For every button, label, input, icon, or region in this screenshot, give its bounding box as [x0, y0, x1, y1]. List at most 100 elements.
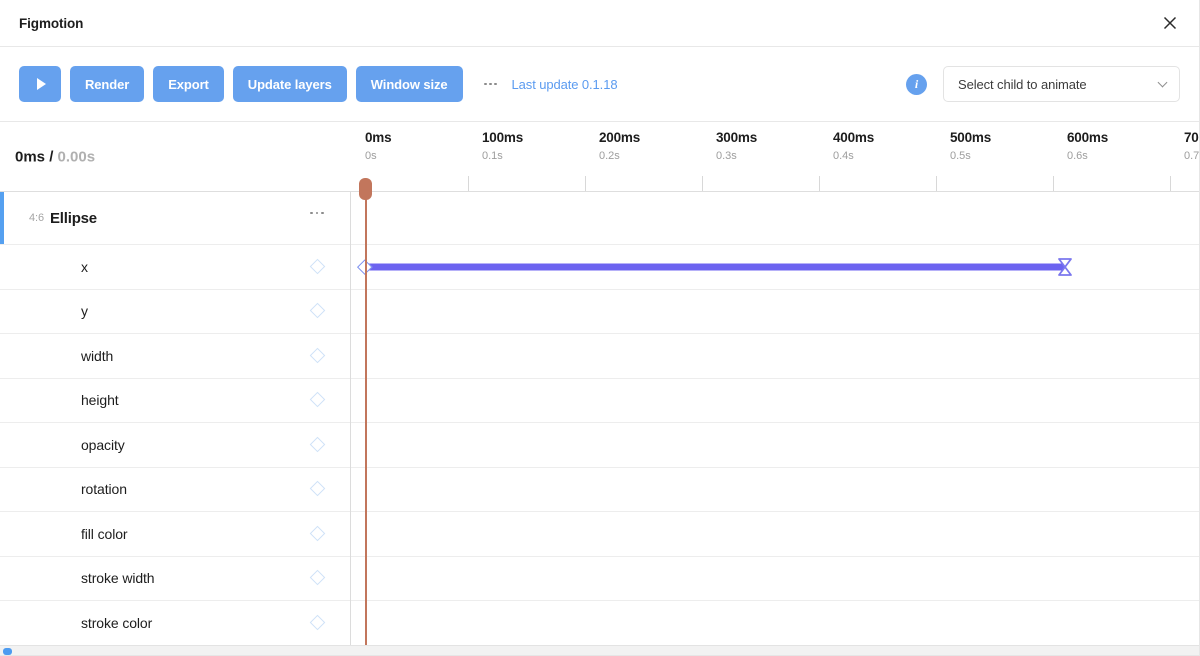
- diamond-keyframe-icon[interactable]: [357, 259, 373, 274]
- track-rows: [351, 192, 1199, 646]
- toolbar-overflow-icon[interactable]: [480, 73, 502, 95]
- play-icon: [36, 78, 46, 90]
- dot: [494, 82, 497, 86]
- property-name: y: [81, 303, 88, 320]
- property-track-row[interactable]: [351, 601, 1199, 646]
- property-name: fill color: [81, 525, 128, 542]
- diamond-shape: [309, 480, 325, 497]
- title-bar: Figmotion: [0, 0, 1199, 47]
- layer-row-ellipse[interactable]: 4:6 Ellipse: [0, 192, 350, 245]
- property-row[interactable]: height: [0, 379, 350, 423]
- horizontal-scrollbar[interactable]: [0, 645, 1199, 655]
- timeline-ruler[interactable]: 0ms / 0.00s 0ms 0s 100ms 0.1s 200ms 0.2s 300ms…: [0, 122, 1199, 192]
- ruler-tick-minor-label: 0.7: [1184, 150, 1199, 162]
- property-row[interactable]: fill color: [0, 512, 350, 557]
- property-row[interactable]: y: [0, 290, 350, 334]
- property-name: x: [81, 258, 88, 275]
- diamond-shape: [309, 525, 325, 542]
- current-time-ms: 0ms: [15, 148, 46, 165]
- chevron-down-icon: [1157, 77, 1168, 87]
- window-title: Figmotion: [19, 15, 84, 31]
- ruler-tick-line: [936, 176, 937, 191]
- update-layers-button[interactable]: Update layers: [232, 66, 347, 102]
- child-select[interactable]: Select child to animate: [943, 66, 1180, 102]
- diamond-shape: [309, 302, 325, 319]
- ruler-tick-major-label: 0ms: [365, 130, 392, 145]
- ruler-tick-major-label: 70: [1184, 130, 1199, 145]
- ruler-tick-line: [585, 176, 586, 191]
- current-time-readout: 0ms / 0.00s: [15, 148, 95, 165]
- ruler-tick-minor-label: 0.4s: [833, 150, 854, 162]
- property-track-row[interactable]: [351, 423, 1199, 468]
- keyframe-bar[interactable]: [365, 263, 1065, 271]
- dot: [320, 211, 324, 215]
- close-icon[interactable]: [1155, 8, 1185, 38]
- playhead-handle[interactable]: [358, 178, 372, 200]
- diamond-icon[interactable]: [309, 569, 325, 586]
- toolbar: Render Export Update layers Window size …: [0, 47, 1199, 122]
- current-time-separator: /: [45, 148, 58, 165]
- property-name: height: [81, 392, 119, 409]
- layer-name: Ellipse: [50, 209, 97, 227]
- window-size-button[interactable]: Window size: [355, 66, 463, 102]
- property-name: width: [81, 347, 114, 364]
- property-track-row[interactable]: [351, 468, 1199, 512]
- property-track-row[interactable]: [351, 557, 1199, 601]
- ruler-tick-major-label: 600ms: [1067, 130, 1109, 145]
- diamond-shape: [309, 436, 325, 453]
- hourglass-keyframe-icon[interactable]: [1056, 257, 1074, 277]
- horizontal-scrollbar-thumb[interactable]: [3, 648, 12, 655]
- property-track-row[interactable]: [351, 245, 1199, 290]
- diamond-icon[interactable]: [309, 614, 325, 631]
- dot: [484, 82, 487, 86]
- diamond-icon[interactable]: [309, 302, 325, 319]
- property-track-row[interactable]: [351, 334, 1199, 379]
- diamond-icon[interactable]: [309, 525, 325, 542]
- ruler-tick-major-label: 500ms: [950, 130, 992, 145]
- ruler-tick-minor-label: 0.2s: [599, 150, 620, 162]
- ruler-tick-minor-label: 0.3s: [716, 150, 737, 162]
- ruler-tick-minor-label: 0.1s: [482, 150, 503, 162]
- toolbar-right-group: i Select child to animate: [906, 66, 1180, 102]
- ruler-tick-line: [1170, 176, 1171, 191]
- diamond-shape: [357, 259, 373, 274]
- last-update-link[interactable]: Last update 0.1.18: [512, 77, 618, 92]
- property-row[interactable]: rotation: [0, 468, 350, 512]
- info-icon[interactable]: i: [906, 73, 927, 95]
- property-list-pane: 4:6 Ellipse x y width height opacity rotation…: [0, 192, 351, 655]
- export-button[interactable]: Export: [153, 66, 224, 102]
- property-row[interactable]: width: [0, 334, 350, 379]
- ruler-tick-line: [468, 176, 469, 191]
- diamond-shape: [309, 569, 325, 586]
- property-track-row[interactable]: [351, 290, 1199, 334]
- dot: [310, 211, 314, 215]
- diamond-icon[interactable]: [309, 391, 325, 408]
- property-track-row[interactable]: [351, 379, 1199, 423]
- timeline-body: 4:6 Ellipse x y width height opacity rotation…: [0, 178, 1199, 655]
- property-row[interactable]: x: [0, 245, 350, 290]
- property-row[interactable]: stroke color: [0, 601, 350, 646]
- diamond-icon[interactable]: [309, 347, 325, 364]
- property-row[interactable]: stroke width: [0, 557, 350, 601]
- timeline-tracks-pane[interactable]: [351, 192, 1199, 655]
- property-name: opacity: [81, 436, 125, 453]
- diamond-icon[interactable]: [309, 480, 325, 497]
- layer-overflow-icon[interactable]: [306, 204, 328, 222]
- play-button[interactable]: [19, 66, 61, 102]
- ruler-tick-minor-label: 0.6s: [1067, 150, 1088, 162]
- property-row[interactable]: opacity: [0, 423, 350, 468]
- property-track-row[interactable]: [351, 512, 1199, 557]
- render-button[interactable]: Render: [70, 66, 145, 102]
- diamond-icon[interactable]: [309, 436, 325, 453]
- diamond-shape: [309, 258, 325, 275]
- ruler-tick-major-label: 100ms: [482, 130, 524, 145]
- layer-index: 4:6: [29, 212, 44, 224]
- property-rows: x y width height opacity rotation fill color st…: [0, 245, 350, 646]
- ruler-tick-major-label: 200ms: [599, 130, 641, 145]
- ruler-tick-line: [819, 176, 820, 191]
- diamond-icon[interactable]: [309, 258, 325, 275]
- layer-track-row[interactable]: [351, 192, 1199, 245]
- ruler-tick-line: [1053, 176, 1054, 191]
- diamond-shape: [309, 391, 325, 408]
- child-select-value: Select child to animate: [958, 76, 1087, 92]
